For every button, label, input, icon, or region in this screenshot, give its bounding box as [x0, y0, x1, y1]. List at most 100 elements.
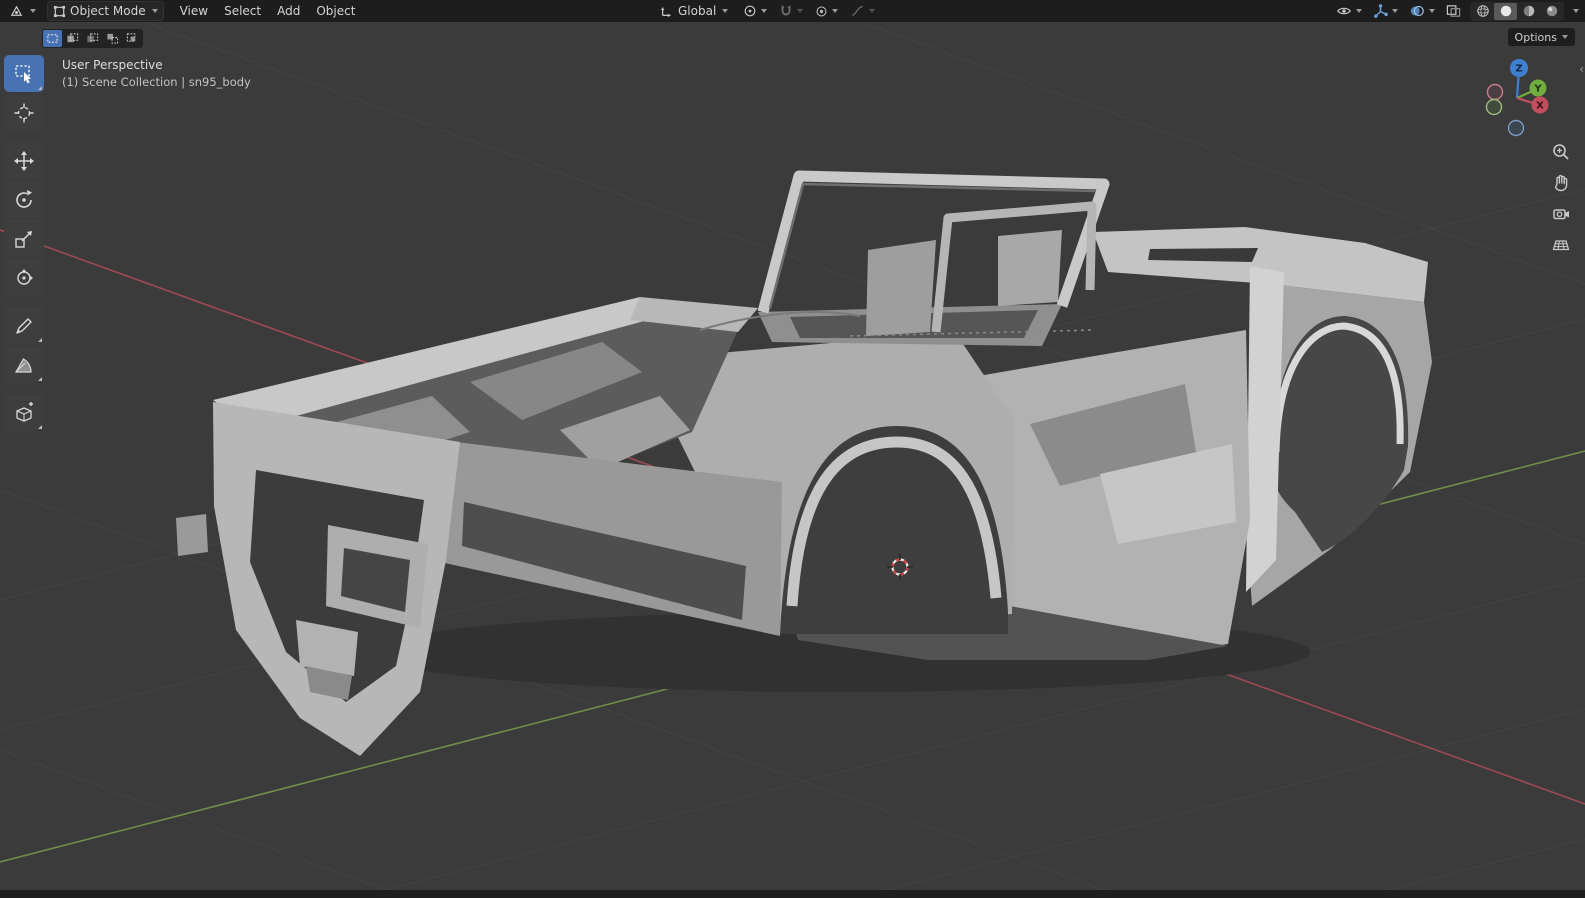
toolbar	[4, 54, 44, 432]
shading-wireframe-button[interactable]	[1471, 3, 1494, 20]
toggle-perspective-button[interactable]	[1549, 233, 1573, 257]
orientation-dropdown[interactable]: Global	[655, 2, 733, 20]
gizmos-icon	[1373, 4, 1388, 19]
tool-rotate-button[interactable]	[4, 181, 44, 218]
gizmo-neg-x-ball[interactable]	[1488, 85, 1503, 100]
camera-icon	[1552, 205, 1570, 223]
show-gizmos-toggle[interactable]	[1371, 2, 1400, 20]
navigation-gizmo[interactable]: Z Y X	[1467, 52, 1567, 152]
chevron-down-icon	[797, 9, 803, 13]
chevron-down-icon	[1429, 9, 1435, 13]
pan-button[interactable]	[1549, 171, 1573, 195]
editor-type-button[interactable]	[4, 2, 41, 20]
viewport-header: Object Mode View Select Add Object Globa…	[0, 0, 1585, 22]
proportional-editing-icon	[815, 5, 828, 18]
editor-3d-viewport-icon	[9, 4, 24, 19]
gizmo-neg-z-ball[interactable]	[1509, 121, 1524, 136]
shading-rendered-button[interactable]	[1540, 3, 1563, 20]
chevron-down-icon	[30, 9, 36, 13]
annotate-pen-icon	[13, 315, 35, 337]
chevron-down-icon	[832, 9, 838, 13]
tool-expand-indicator	[38, 86, 42, 90]
tool-expand-indicator	[38, 425, 42, 429]
chevron-down-icon	[152, 9, 158, 13]
mode-dropdown[interactable]: Object Mode	[47, 1, 164, 21]
menu-add[interactable]: Add	[269, 0, 308, 22]
solid-sphere-icon	[1499, 4, 1513, 18]
tool-add-cube-button[interactable]	[4, 394, 44, 431]
proportional-editing-toggle[interactable]	[813, 2, 840, 20]
tool-expand-indicator	[38, 338, 42, 342]
tool-measure-button[interactable]	[4, 346, 44, 383]
mode-dropdown-label: Object Mode	[70, 4, 146, 18]
gizmo-neg-y-ball[interactable]	[1487, 100, 1502, 115]
options-label: Options	[1515, 31, 1557, 44]
material-sphere-icon	[1522, 4, 1536, 18]
gizmo-x-label: X	[1536, 101, 1544, 112]
chevron-down-icon	[869, 9, 875, 13]
orientation-label: Global	[678, 4, 716, 18]
shading-solid-button[interactable]	[1494, 3, 1517, 20]
object-visibility-dropdown[interactable]	[1334, 2, 1364, 20]
select-mode-invert[interactable]	[103, 30, 122, 47]
sidebar-collapse-arrow[interactable]: ‹	[1579, 62, 1584, 76]
viewport-nav-buttons	[1549, 140, 1573, 257]
gizmo-z-label: Z	[1515, 64, 1522, 75]
perspective-label: User Perspective	[62, 57, 251, 73]
select-mode-new[interactable]	[43, 30, 62, 47]
show-overlays-toggle[interactable]	[1407, 2, 1437, 20]
select-mode-subtract[interactable]	[83, 30, 102, 47]
options-button[interactable]: Options	[1508, 28, 1575, 46]
tool-transform-button[interactable]	[4, 259, 44, 296]
pivot-point-dropdown[interactable]	[741, 2, 769, 20]
overlays-icon	[1409, 4, 1425, 18]
tool-cursor-button[interactable]	[4, 94, 44, 131]
gizmo-y-ball[interactable]: Y	[1530, 80, 1547, 97]
viewport-overlay-text: User Perspective (1) Scene Collection | …	[62, 57, 251, 91]
menu-object[interactable]: Object	[308, 0, 363, 22]
chevron-down-icon	[1392, 9, 1398, 13]
ortho-grid-icon	[1552, 236, 1570, 254]
magnifier-icon	[1552, 143, 1570, 161]
viewport-3d[interactable]	[0, 22, 1585, 890]
header-center-controls: Global	[655, 0, 877, 22]
shading-material-button[interactable]	[1517, 3, 1540, 20]
rotate-icon	[13, 189, 35, 211]
shading-dropdown[interactable]	[1573, 9, 1579, 13]
select-mode-intersect[interactable]	[123, 30, 142, 47]
gizmo-y-label: Y	[1533, 84, 1542, 95]
gizmo-x-ball[interactable]: X	[1532, 97, 1549, 114]
gizmo-z-ball[interactable]: Z	[1510, 59, 1528, 77]
select-mode-row	[42, 29, 143, 48]
scene-breadcrumb: (1) Scene Collection | sn95_body	[62, 73, 251, 91]
scale-icon	[13, 228, 35, 250]
menu-select[interactable]: Select	[216, 0, 269, 22]
menu-view[interactable]: View	[172, 0, 216, 22]
transform-orientation-icon	[660, 4, 674, 18]
snap-toggle[interactable]	[777, 2, 805, 20]
header-right-controls	[1334, 0, 1579, 22]
zoom-button[interactable]	[1549, 140, 1573, 164]
object-mode-icon	[53, 5, 66, 18]
hand-icon	[1552, 174, 1570, 192]
car-model-sn95-body[interactable]	[176, 176, 1432, 756]
select-box-icon	[13, 63, 35, 85]
chevron-down-icon	[761, 9, 767, 13]
camera-view-button[interactable]	[1549, 202, 1573, 226]
toggle-xray-button[interactable]	[1444, 2, 1463, 20]
wireframe-sphere-icon	[1476, 4, 1490, 18]
eye-icon	[1336, 4, 1352, 18]
pivot-point-icon	[743, 4, 757, 18]
add-cube-icon	[13, 402, 35, 424]
tool-select-box-button[interactable]	[4, 55, 44, 92]
status-bar	[0, 890, 1585, 898]
measure-icon	[13, 354, 35, 376]
tool-annotate-button[interactable]	[4, 307, 44, 344]
tool-scale-button[interactable]	[4, 220, 44, 257]
chevron-down-icon	[1356, 9, 1362, 13]
proportional-falloff-dropdown[interactable]	[848, 2, 877, 20]
select-mode-extend[interactable]	[63, 30, 82, 47]
tool-move-button[interactable]	[4, 142, 44, 179]
falloff-curve-icon	[850, 4, 865, 18]
shading-mode-group	[1470, 2, 1564, 21]
